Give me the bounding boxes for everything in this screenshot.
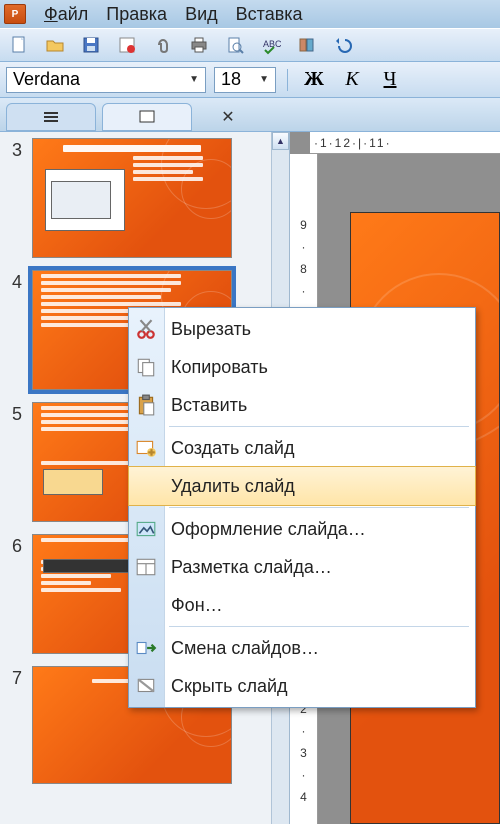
standard-toolbar: ABC [0, 28, 500, 62]
bold-button[interactable]: Ж [299, 67, 329, 93]
italic-button[interactable]: К [337, 67, 367, 93]
horizontal-ruler: ·1·12·|·11· [310, 132, 500, 154]
paste-icon [135, 394, 157, 416]
slide-number: 7 [4, 666, 22, 689]
slide-number: 4 [4, 270, 22, 293]
menu-label: Смена слайдов… [171, 638, 319, 659]
menu-label: Копировать [171, 357, 268, 378]
menu-bar: P Файл Правка Вид Вставка [0, 0, 500, 28]
tab-slides[interactable] [102, 103, 192, 131]
new-slide-icon [135, 437, 157, 459]
chevron-down-icon: ▼ [189, 74, 199, 85]
pane-tabs: ✕ [0, 98, 500, 132]
font-size-value: 18 [221, 69, 241, 90]
attach-button[interactable] [150, 32, 176, 58]
transition-icon [135, 637, 157, 659]
menu-label: Создать слайд [171, 438, 294, 459]
menu-design[interactable]: Оформление слайда… [129, 510, 475, 548]
undo-button[interactable] [330, 32, 356, 58]
outline-icon [42, 110, 60, 124]
menu-layout[interactable]: Разметка слайда… [129, 548, 475, 586]
menu-label: Фон… [171, 595, 223, 616]
menu-hide-slide[interactable]: Скрыть слайд [129, 667, 475, 705]
separator [169, 507, 469, 508]
design-icon [135, 518, 157, 540]
format-toolbar: Verdana ▼ 18 ▼ Ж К Ч [0, 62, 500, 98]
underline-button[interactable]: Ч [375, 67, 405, 93]
slide-context-menu: Вырезать Копировать Вставить Создать сла… [128, 307, 476, 708]
separator [169, 426, 469, 427]
hide-slide-icon [135, 675, 157, 697]
print-button[interactable] [186, 32, 212, 58]
app-icon: P [4, 4, 26, 24]
menu-label: Вставить [171, 395, 247, 416]
menu-label: Разметка слайда… [171, 557, 332, 578]
svg-text:ABC: ABC [263, 39, 281, 49]
menu-transition[interactable]: Смена слайдов… [129, 629, 475, 667]
close-button[interactable] [114, 32, 140, 58]
slide-number: 5 [4, 402, 22, 425]
layout-icon [135, 556, 157, 578]
chevron-down-icon: ▼ [259, 74, 269, 85]
slide-thumbnail-3[interactable] [32, 138, 232, 258]
menu-label: Оформление слайда… [171, 519, 366, 540]
menu-paste[interactable]: Вставить [129, 386, 475, 424]
open-button[interactable] [42, 32, 68, 58]
menu-view[interactable]: Вид [185, 4, 218, 25]
separator [287, 69, 288, 91]
slide-number: 6 [4, 534, 22, 557]
new-doc-button[interactable] [6, 32, 32, 58]
font-size-select[interactable]: 18 ▼ [214, 67, 276, 93]
tab-outline[interactable] [6, 103, 96, 131]
slide-number: 3 [4, 138, 22, 161]
preview-button[interactable] [222, 32, 248, 58]
cut-icon [135, 318, 157, 340]
thumb-row: 3 [4, 138, 289, 258]
spellcheck-button[interactable]: ABC [258, 32, 284, 58]
menu-label: Скрыть слайд [171, 676, 288, 697]
scroll-up-icon[interactable]: ▲ [272, 132, 289, 150]
font-name-select[interactable]: Verdana ▼ [6, 67, 206, 93]
menu-edit[interactable]: Правка [106, 4, 167, 25]
menu-new-slide[interactable]: Создать слайд [129, 429, 475, 467]
separator [169, 626, 469, 627]
copy-icon [135, 356, 157, 378]
research-button[interactable] [294, 32, 320, 58]
slides-icon [139, 110, 155, 124]
menu-insert[interactable]: Вставка [236, 4, 303, 25]
save-button[interactable] [78, 32, 104, 58]
menu-background[interactable]: Фон… [129, 586, 475, 624]
font-name-value: Verdana [13, 69, 80, 90]
menu-file[interactable]: Файл [44, 4, 88, 25]
menu-copy[interactable]: Копировать [129, 348, 475, 386]
pane-close-button[interactable]: ✕ [208, 103, 248, 131]
menu-delete-slide[interactable]: Удалить слайд [129, 467, 475, 505]
menu-label: Удалить слайд [171, 476, 295, 497]
menu-cut[interactable]: Вырезать [129, 310, 475, 348]
menu-label: Вырезать [171, 319, 251, 340]
